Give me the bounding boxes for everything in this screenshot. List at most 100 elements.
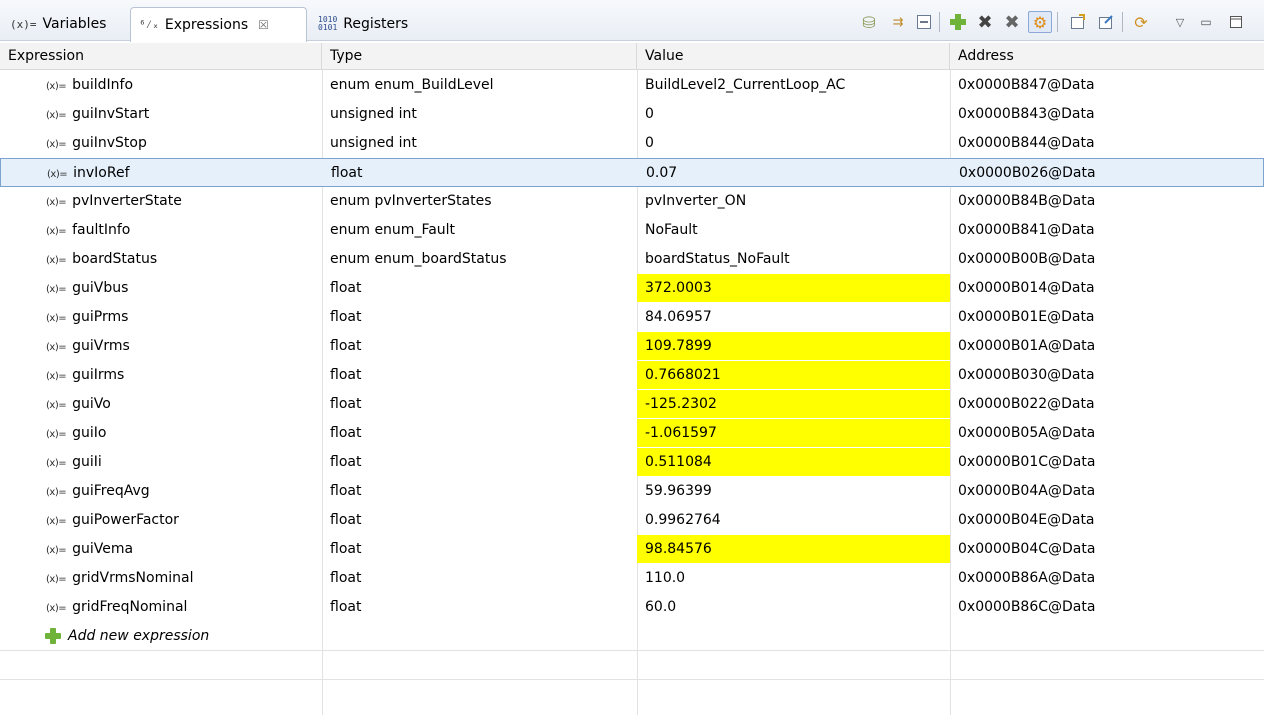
maximize-icon[interactable]	[1226, 12, 1246, 32]
expression-cell[interactable]: (x)= gridVrmsNominal	[38, 564, 322, 592]
table-row[interactable]: (x)= guiIo float -1.061597 0x0000B05A@Data	[0, 419, 1264, 448]
variable-icon: (x)=	[46, 81, 67, 92]
view-menu-icon[interactable]: ▽	[1170, 12, 1190, 32]
address-cell: 0x0000B84B@Data	[958, 193, 1096, 209]
value-cell[interactable]: 84.06957	[637, 303, 950, 331]
table-row[interactable]: (x)= guiIrms float 0.7668021 0x0000B030@Data	[0, 361, 1264, 390]
table-row[interactable]: (x)= guiPowerFactor float 0.9962764 0x0000B0…	[0, 506, 1264, 535]
add-new-expression-cell[interactable]: Add new expression	[36, 622, 322, 650]
table-row[interactable]: (x)= boardStatus enum enum_boardStatus boar…	[0, 245, 1264, 274]
expression-cell[interactable]: (x)= guiPowerFactor	[38, 506, 322, 534]
close-tab-icon[interactable]: ☒	[258, 18, 269, 32]
expression-cell[interactable]: (x)= guiVrms	[38, 332, 322, 360]
table-row[interactable]: (x)= pvInverterState enum pvInverterStates…	[0, 187, 1264, 216]
value-cell[interactable]: 0.511084	[637, 448, 950, 476]
value-cell[interactable]: 110.0	[637, 564, 950, 592]
table-row[interactable]: (x)= gridFreqNominal float 60.0 0x0000B86C@D…	[0, 593, 1264, 622]
expression-cell[interactable]: (x)= guiIo	[38, 419, 322, 447]
address-cell: 0x0000B022@Data	[958, 396, 1095, 412]
expression-cell[interactable]: (x)= gridFreqNominal	[38, 593, 322, 621]
collapse-all-icon[interactable]: ⇉	[888, 12, 908, 32]
value-cell[interactable]: 372.0003	[637, 274, 950, 302]
tab-expressions[interactable]: ⁶⁄ₓ Expressions ☒	[130, 7, 307, 42]
table-row[interactable]: (x)= invIoRef float 0.07 0x0000B026@Data	[0, 158, 1264, 187]
expression-cell[interactable]: (x)= guiFreqAvg	[38, 477, 322, 505]
table-row[interactable]: (x)= guiPrms float 84.06957 0x0000B01E@Data	[0, 303, 1264, 332]
variable-icon: (x)=	[46, 110, 67, 121]
value-cell[interactable]: 0.9962764	[637, 506, 950, 534]
expression-cell[interactable]: (x)= guiVema	[38, 535, 322, 563]
expression-cell[interactable]: (x)= guiIi	[38, 448, 322, 476]
table-row[interactable]: (x)= guiVbus float 372.0003 0x0000B014@Data	[0, 274, 1264, 303]
value-cell[interactable]: 98.84576	[637, 535, 950, 563]
value-cell[interactable]: -125.2302	[637, 390, 950, 418]
expression-cell[interactable]: (x)= guiVbus	[38, 274, 322, 302]
column-header-expression[interactable]: Expression	[0, 43, 322, 70]
value-cell[interactable]: BuildLevel2_CurrentLoop_AC	[637, 71, 950, 99]
table-row[interactable]: (x)= guiVo float -125.2302 0x0000B022@Data	[0, 390, 1264, 419]
table-row[interactable]: (x)= buildInfo enum enum_BuildLevel BuildLe…	[0, 71, 1264, 100]
column-header-type[interactable]: Type	[322, 43, 637, 70]
value-cell[interactable]: 0	[637, 100, 950, 128]
minimize-icon[interactable]: ▭	[1196, 12, 1216, 32]
value-cell[interactable]: 0	[637, 129, 950, 157]
table-row[interactable]: (x)= guiInvStart unsigned int 0 0x0000B843@D…	[0, 100, 1264, 129]
expression-cell[interactable]: (x)= guiInvStop	[38, 129, 322, 157]
table-row[interactable]: (x)= guiInvStop unsigned int 0 0x0000B844@Da…	[0, 129, 1264, 158]
export-icon[interactable]	[1096, 12, 1116, 32]
type-cell: float	[330, 483, 362, 499]
value-cell[interactable]: NoFault	[637, 216, 950, 244]
value-cell[interactable]: -1.061597	[637, 419, 950, 447]
table-row[interactable]: (x)= faultInfo enum enum_Fault NoFault 0x000…	[0, 216, 1264, 245]
value-cell[interactable]: 109.7899	[637, 332, 950, 360]
expression-cell[interactable]: (x)= pvInverterState	[38, 187, 322, 215]
variable-icon: (x)=	[47, 169, 68, 180]
tab-variables[interactable]: (x)= Variables	[2, 7, 114, 41]
expression-cell[interactable]: (x)= guiPrms	[38, 303, 322, 331]
add-icon	[44, 627, 62, 645]
collapse-icon[interactable]	[914, 12, 934, 32]
address-cell: 0x0000B86A@Data	[958, 570, 1096, 586]
value-cell[interactable]: boardStatus_NoFault	[637, 245, 950, 273]
expression-cell[interactable]: (x)= buildInfo	[38, 71, 322, 99]
remove-all-icon[interactable]: ✖	[1002, 12, 1022, 33]
import-icon[interactable]	[1068, 12, 1088, 32]
add-expression-icon[interactable]	[948, 12, 968, 32]
value-cell[interactable]: 0.7668021	[637, 361, 950, 389]
show-type-names-icon[interactable]: ⛁	[859, 12, 879, 32]
value-cell[interactable]: pvInverter_ON	[637, 187, 950, 215]
expression-cell[interactable]: (x)= guiIrms	[38, 361, 322, 389]
table-row[interactable]: (x)= guiIi float 0.511084 0x0000B01C@Data	[0, 448, 1264, 477]
remove-icon[interactable]: ✖	[975, 12, 995, 33]
value-cell[interactable]: 60.0	[637, 593, 950, 621]
expression-name: guiPowerFactor	[72, 512, 179, 528]
table-row[interactable]: (x)= guiVema float 98.84576 0x0000B04C@Data	[0, 535, 1264, 564]
refresh-icon[interactable]: ⟳	[1131, 12, 1151, 32]
expressions-icon: ⁶⁄ₓ	[139, 18, 159, 31]
variable-icon: (x)=	[46, 313, 67, 324]
value-cell[interactable]: 59.96399	[637, 477, 950, 505]
expression-name: guiIrms	[72, 367, 125, 383]
expression-cell[interactable]: (x)= guiInvStart	[38, 100, 322, 128]
table-row[interactable]: (x)= guiVrms float 109.7899 0x0000B01A@Data	[0, 332, 1264, 361]
expression-cell[interactable]: (x)= guiVo	[38, 390, 322, 418]
expression-cell[interactable]: (x)= boardStatus	[38, 245, 322, 273]
column-header-address[interactable]: Address	[950, 43, 1264, 70]
table-row[interactable]: (x)= gridVrmsNominal float 110.0 0x0000B86A@…	[0, 564, 1264, 593]
expression-cell[interactable]: (x)= invIoRef	[39, 159, 323, 187]
tab-expressions-label: Expressions	[164, 17, 249, 33]
address-cell: 0x0000B04A@Data	[958, 483, 1096, 499]
variable-icon: (x)=	[46, 603, 67, 614]
add-new-expression-row[interactable]: Add new expression	[0, 622, 1264, 651]
value-cell[interactable]: 0.07	[638, 159, 951, 187]
expression-name: gridVrmsNominal	[72, 570, 194, 586]
variable-icon: (x)=	[46, 342, 67, 353]
column-header-value[interactable]: Value	[637, 43, 950, 70]
tab-registers[interactable]: 1010 0101 Registers	[310, 7, 416, 41]
type-cell: unsigned int	[330, 106, 417, 122]
expression-name: guiFreqAvg	[72, 483, 150, 499]
toolbar-separator	[1057, 12, 1058, 32]
table-row[interactable]: (x)= guiFreqAvg float 59.96399 0x0000B04A@Da…	[0, 477, 1264, 506]
expression-cell[interactable]: (x)= faultInfo	[38, 216, 322, 244]
continuous-refresh-icon[interactable]: ⚙	[1028, 11, 1052, 33]
